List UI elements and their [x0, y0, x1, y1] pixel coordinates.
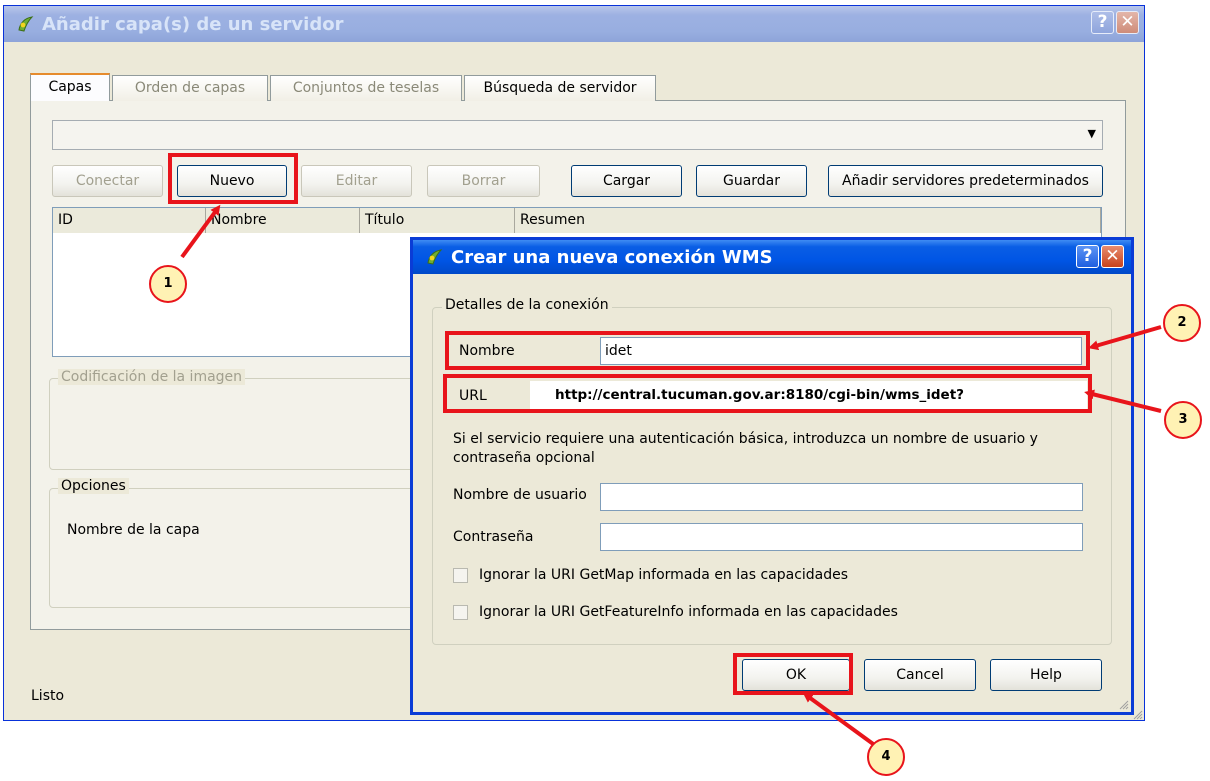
arrow-3: [1084, 389, 1162, 413]
arrow-4: [802, 692, 882, 751]
callout-4: 4: [867, 738, 905, 776]
arrow-1: [180, 204, 221, 259]
callout-2: 2: [1163, 304, 1201, 342]
callout-3: 3: [1164, 401, 1202, 439]
callout-1: 1: [149, 265, 187, 303]
callout-arrows: [180, 204, 1162, 751]
arrow-2: [1088, 325, 1162, 351]
